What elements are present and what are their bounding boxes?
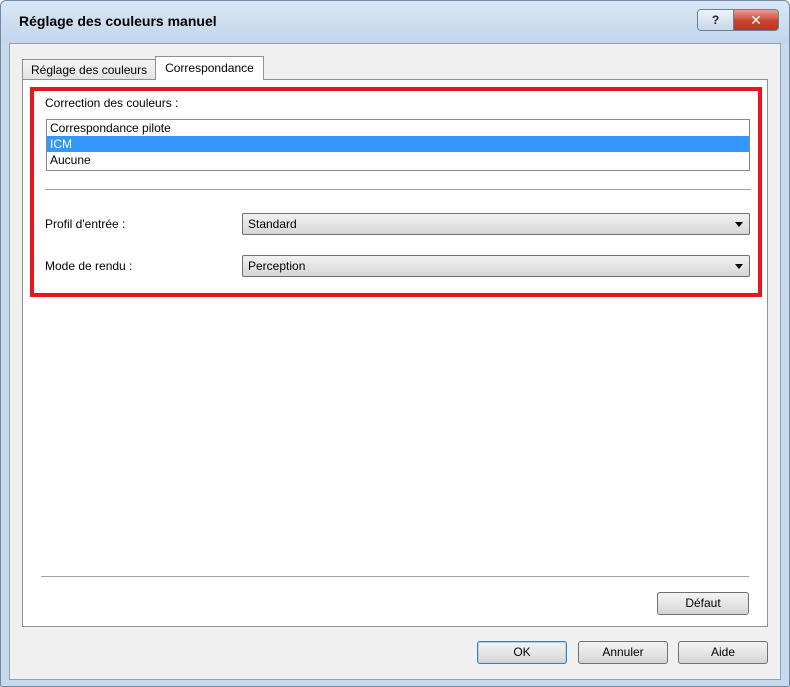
rendering-mode-select[interactable]: Perception bbox=[242, 255, 750, 277]
input-profile-label: Profil d'entrée : bbox=[45, 217, 126, 231]
title-bar-buttons: ? ✕ bbox=[697, 9, 779, 31]
ok-button[interactable]: OK bbox=[477, 641, 567, 664]
tab-panel-matching: Correction des couleurs : Correspondance… bbox=[22, 79, 768, 627]
title-bar[interactable]: Réglage des couleurs manuel ? ✕ bbox=[1, 1, 789, 43]
cancel-button[interactable]: Annuler bbox=[578, 641, 668, 664]
list-item-none[interactable]: Aucune bbox=[47, 152, 749, 168]
window-title: Réglage des couleurs manuel bbox=[19, 13, 217, 29]
chevron-down-icon bbox=[735, 264, 743, 269]
help-title-button[interactable]: ? bbox=[698, 10, 734, 30]
help-button[interactable]: Aide bbox=[678, 641, 768, 664]
list-item-driver-matching[interactable]: Correspondance pilote bbox=[47, 120, 749, 136]
chevron-down-icon bbox=[735, 222, 743, 227]
tab-color-adjustment[interactable]: Réglage des couleurs bbox=[22, 59, 157, 80]
default-button[interactable]: Défaut bbox=[657, 592, 749, 615]
dialog-client-area: Réglage des couleurs Correspondance Corr… bbox=[9, 43, 781, 680]
color-correction-listbox[interactable]: Correspondance pilote ICM Aucune bbox=[46, 119, 750, 171]
input-profile-select[interactable]: Standard bbox=[242, 213, 750, 235]
color-correction-label: Correction des couleurs : bbox=[45, 96, 179, 110]
tab-matching[interactable]: Correspondance bbox=[155, 56, 264, 80]
question-mark-icon: ? bbox=[711, 13, 720, 27]
tab-strip: Réglage des couleurs Correspondance bbox=[22, 56, 264, 80]
rendering-mode-label: Mode de rendu : bbox=[45, 259, 133, 273]
close-button[interactable]: ✕ bbox=[734, 10, 778, 30]
section-divider bbox=[45, 189, 751, 191]
dialog-window: Réglage des couleurs manuel ? ✕ Réglage … bbox=[0, 0, 790, 687]
bottom-divider bbox=[41, 576, 749, 578]
highlight-frame: Correction des couleurs : Correspondance… bbox=[30, 87, 762, 297]
rendering-mode-value: Perception bbox=[248, 259, 306, 273]
list-item-icm[interactable]: ICM bbox=[47, 136, 749, 152]
input-profile-value: Standard bbox=[248, 217, 297, 231]
close-icon: ✕ bbox=[750, 11, 762, 28]
